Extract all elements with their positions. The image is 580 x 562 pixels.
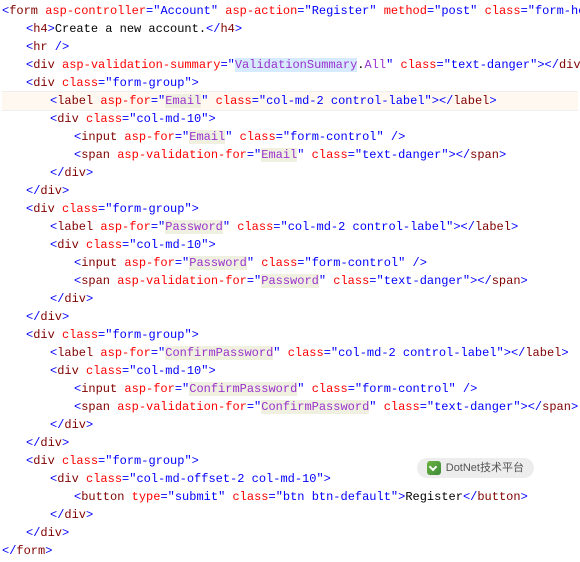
wechat-icon bbox=[427, 461, 441, 475]
watermark-overlay: DotNet技术平台 bbox=[417, 458, 534, 479]
line: <form asp-controller="Account" asp-actio… bbox=[2, 2, 578, 20]
watermark-text: DotNet技术平台 bbox=[446, 462, 524, 474]
